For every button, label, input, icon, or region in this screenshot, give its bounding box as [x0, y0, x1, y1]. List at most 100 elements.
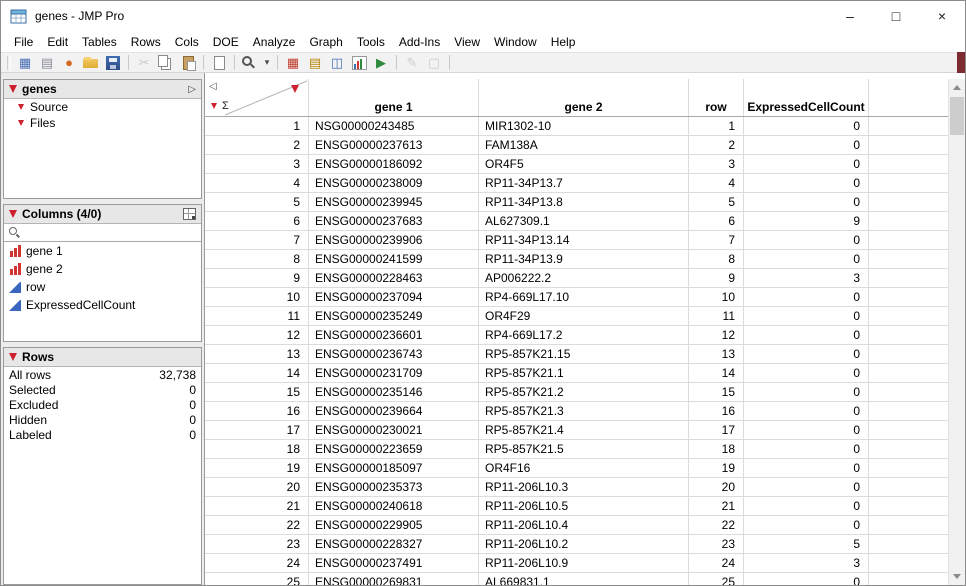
- column-header-gene-2[interactable]: gene 2: [479, 79, 689, 116]
- column-header-row[interactable]: row: [689, 79, 744, 116]
- row-number-cell[interactable]: 7: [205, 231, 309, 250]
- row-cell[interactable]: 7: [689, 231, 744, 250]
- column-header-gene-1[interactable]: gene 1: [309, 79, 479, 116]
- row-number-cell[interactable]: 22: [205, 516, 309, 535]
- row-number-cell[interactable]: 4: [205, 174, 309, 193]
- column-item-gene-1[interactable]: gene 1: [4, 242, 201, 260]
- selection-icon[interactable]: ▢: [424, 54, 444, 72]
- graph-builder-icon[interactable]: [349, 54, 369, 72]
- empty-cell[interactable]: [869, 497, 950, 516]
- scroll-up-arrow[interactable]: [949, 79, 965, 96]
- count-cell[interactable]: 0: [744, 326, 869, 345]
- gene1-cell[interactable]: ENSG00000228327: [309, 535, 479, 554]
- gene2-cell[interactable]: RP5-857K21.3: [479, 402, 689, 421]
- count-cell[interactable]: 0: [744, 478, 869, 497]
- close-button[interactable]: ×: [919, 1, 965, 31]
- row-cell[interactable]: 6: [689, 212, 744, 231]
- empty-cell[interactable]: [869, 136, 950, 155]
- menu-help[interactable]: Help: [544, 35, 583, 49]
- gene1-cell[interactable]: NSG00000243485: [309, 117, 479, 136]
- row-number-cell[interactable]: 25: [205, 573, 309, 585]
- empty-cell[interactable]: [869, 345, 950, 364]
- row-number-cell[interactable]: 14: [205, 364, 309, 383]
- row-cell[interactable]: 10: [689, 288, 744, 307]
- menu-view[interactable]: View: [447, 35, 487, 49]
- count-cell[interactable]: 9: [744, 212, 869, 231]
- row-number-cell[interactable]: 21: [205, 497, 309, 516]
- gene1-cell[interactable]: ENSG00000237491: [309, 554, 479, 573]
- gene2-cell[interactable]: RP11-206L10.4: [479, 516, 689, 535]
- gene2-cell[interactable]: OR4F29: [479, 307, 689, 326]
- empty-cell[interactable]: [869, 231, 950, 250]
- column-item-gene-2[interactable]: gene 2: [4, 260, 201, 278]
- gene2-cell[interactable]: RP5-857K21.2: [479, 383, 689, 402]
- vertical-scrollbar[interactable]: [948, 79, 965, 585]
- count-cell[interactable]: 3: [744, 554, 869, 573]
- gene1-cell[interactable]: ENSG00000229905: [309, 516, 479, 535]
- search-icon[interactable]: [240, 54, 260, 72]
- count-cell[interactable]: 0: [744, 231, 869, 250]
- count-cell[interactable]: 0: [744, 364, 869, 383]
- gene1-cell[interactable]: ENSG00000186092: [309, 155, 479, 174]
- gene1-cell[interactable]: ENSG00000239945: [309, 193, 479, 212]
- gene2-cell[interactable]: RP5-857K21.4: [479, 421, 689, 440]
- gene2-cell[interactable]: RP4-669L17.2: [479, 326, 689, 345]
- empty-cell[interactable]: [869, 269, 950, 288]
- row-cell[interactable]: 16: [689, 402, 744, 421]
- gene1-cell[interactable]: ENSG00000240618: [309, 497, 479, 516]
- red-triangle-icon[interactable]: [18, 104, 24, 110]
- row-cell[interactable]: 24: [689, 554, 744, 573]
- count-cell[interactable]: 0: [744, 516, 869, 535]
- count-cell[interactable]: 0: [744, 250, 869, 269]
- menu-doe[interactable]: DOE: [206, 35, 246, 49]
- row-number-cell[interactable]: 17: [205, 421, 309, 440]
- empty-cell[interactable]: [869, 554, 950, 573]
- column-item-row[interactable]: row: [4, 278, 201, 296]
- row-cell[interactable]: 17: [689, 421, 744, 440]
- row-number-cell[interactable]: 13: [205, 345, 309, 364]
- menu-analyze[interactable]: Analyze: [246, 35, 303, 49]
- empty-cell[interactable]: [869, 383, 950, 402]
- row-cell[interactable]: 22: [689, 516, 744, 535]
- count-cell[interactable]: 0: [744, 174, 869, 193]
- row-cell[interactable]: 23: [689, 535, 744, 554]
- empty-cell[interactable]: [869, 573, 950, 585]
- count-cell[interactable]: 0: [744, 307, 869, 326]
- table-panel-item-source[interactable]: Source: [4, 99, 201, 115]
- count-cell[interactable]: 0: [744, 136, 869, 155]
- gene2-cell[interactable]: AP006222.2: [479, 269, 689, 288]
- row-number-cell[interactable]: 1: [205, 117, 309, 136]
- scrollbar-thumb[interactable]: [950, 97, 964, 135]
- row-cell[interactable]: 18: [689, 440, 744, 459]
- row-number-cell[interactable]: 9: [205, 269, 309, 288]
- count-cell[interactable]: 0: [744, 117, 869, 136]
- count-cell[interactable]: 0: [744, 459, 869, 478]
- count-cell[interactable]: 0: [744, 345, 869, 364]
- gene2-cell[interactable]: RP11-206L10.3: [479, 478, 689, 497]
- red-triangle-menu-icon[interactable]: [9, 353, 17, 361]
- cut-icon[interactable]: ✂: [134, 54, 154, 72]
- gene2-cell[interactable]: AL627309.1: [479, 212, 689, 231]
- menu-window[interactable]: Window: [487, 35, 544, 49]
- row-cell[interactable]: 12: [689, 326, 744, 345]
- gene1-cell[interactable]: ENSG00000236601: [309, 326, 479, 345]
- panel-expand-icon[interactable]: ▷: [188, 84, 196, 95]
- row-number-cell[interactable]: 2: [205, 136, 309, 155]
- row-cell[interactable]: 25: [689, 573, 744, 585]
- empty-cell[interactable]: [869, 326, 950, 345]
- gene2-cell[interactable]: RP11-206L10.5: [479, 497, 689, 516]
- gene2-cell[interactable]: FAM138A: [479, 136, 689, 155]
- empty-cell[interactable]: [869, 364, 950, 383]
- row-number-cell[interactable]: 8: [205, 250, 309, 269]
- gene1-cell[interactable]: ENSG00000238009: [309, 174, 479, 193]
- menu-rows[interactable]: Rows: [124, 35, 168, 49]
- row-cell[interactable]: 14: [689, 364, 744, 383]
- row-cell[interactable]: 3: [689, 155, 744, 174]
- row-cell[interactable]: 15: [689, 383, 744, 402]
- red-triangle-menu-icon[interactable]: [9, 210, 17, 218]
- paste-icon[interactable]: [178, 54, 198, 72]
- open-file-icon[interactable]: [81, 54, 101, 72]
- gene1-cell[interactable]: ENSG00000237683: [309, 212, 479, 231]
- gene1-cell[interactable]: ENSG00000239664: [309, 402, 479, 421]
- row-cell[interactable]: 4: [689, 174, 744, 193]
